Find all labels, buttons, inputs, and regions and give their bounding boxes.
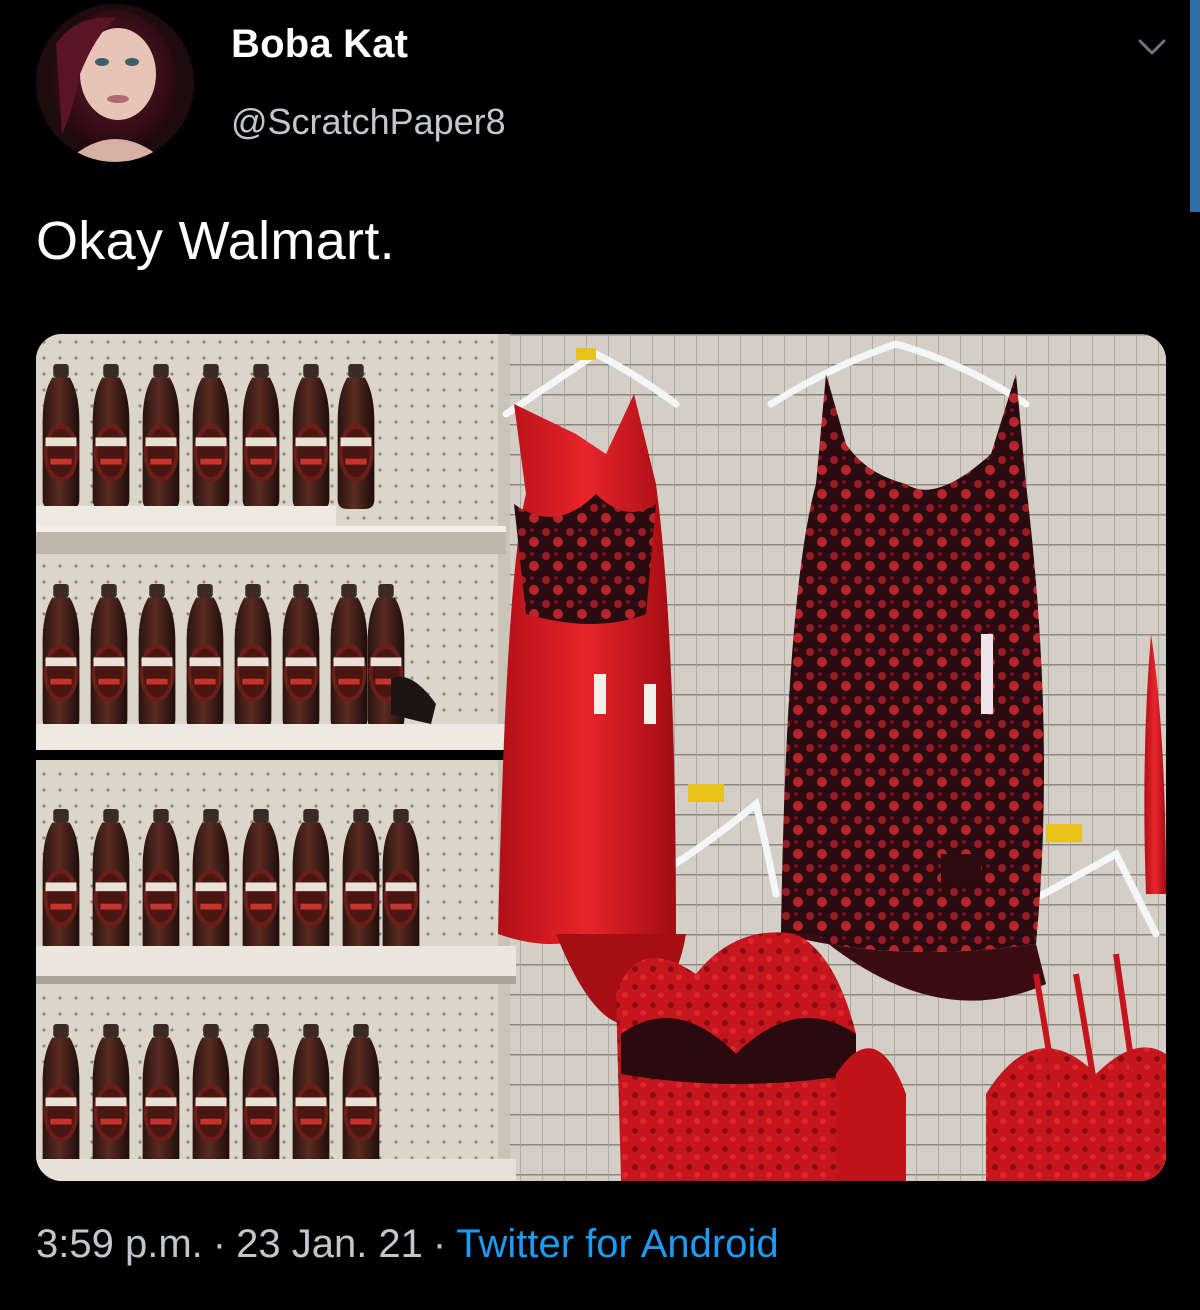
tweet-time[interactable]: 3:59 p.m.	[36, 1222, 203, 1266]
user-handle[interactable]: @ScratchPaper8	[231, 101, 506, 143]
tweet-meta: 3:59 p.m. · 23 Jan. 21 · Twitter for Android	[36, 1222, 779, 1267]
chevron-down-icon[interactable]	[1136, 36, 1168, 58]
photo-store-shelves-icon	[36, 334, 1166, 1181]
meta-separator: ·	[212, 1222, 227, 1266]
meta-separator-2: ·	[432, 1222, 447, 1266]
tweet-date[interactable]: 23 Jan. 21	[236, 1222, 423, 1266]
tweet-photo[interactable]	[36, 334, 1166, 1181]
avatar[interactable]	[36, 4, 194, 162]
scroll-indicator	[1190, 0, 1200, 212]
tweet-text: Okay Walmart.	[36, 211, 395, 271]
profile-photo-icon	[36, 4, 194, 162]
display-name[interactable]: Boba Kat	[231, 22, 408, 67]
tweet-source-link[interactable]: Twitter for Android	[456, 1222, 778, 1266]
